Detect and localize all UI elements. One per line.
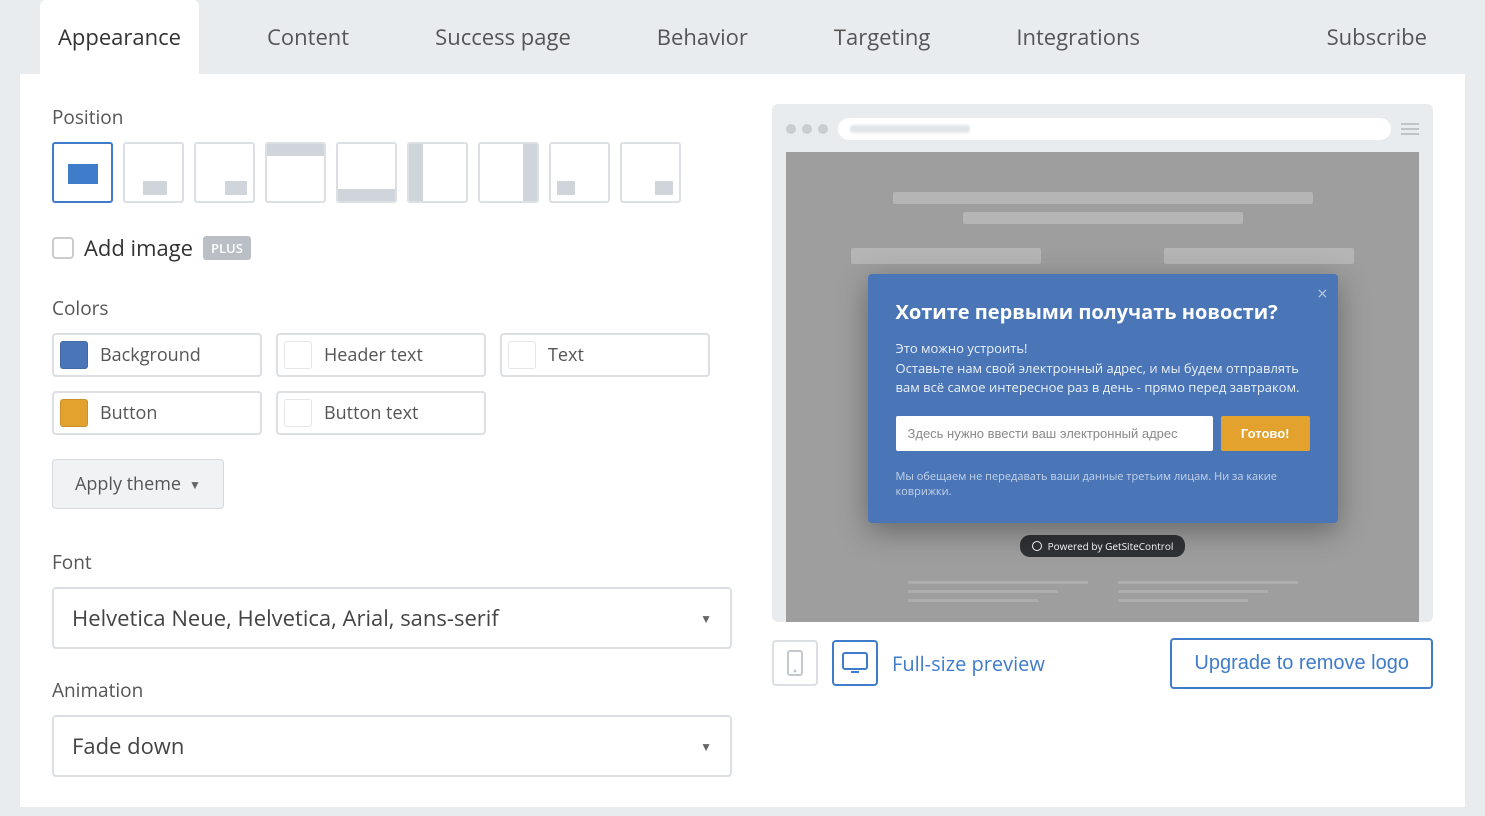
apply-theme-button[interactable]: Apply theme ▼ [52,459,224,509]
color-swatch-button-text [284,399,312,427]
color-swatch-text [508,341,536,369]
font-select[interactable]: Helvetica Neue, Helvetica, Arial, sans-s… [52,587,732,649]
hamburger-icon [1401,123,1419,135]
desktop-icon [841,651,869,675]
position-bottom-center[interactable] [123,142,184,203]
preview-popup: × Хотите первыми получать новости? Это м… [868,274,1338,523]
add-image-label: Add image [84,233,193,263]
position-options [52,142,732,203]
color-swatch-header-text [284,341,312,369]
tabs-bar: Appearance Content Success page Behavior… [20,0,1465,74]
position-right-panel[interactable] [478,142,539,203]
caret-down-icon: ▼ [700,610,712,627]
color-swatch-button [60,399,88,427]
color-label-button: Button [100,401,157,425]
tab-subscribe[interactable]: Subscribe [1309,0,1445,74]
color-header-text[interactable]: Header text [276,333,486,377]
mobile-icon [787,650,803,676]
position-bottom-right-small[interactable] [620,142,681,203]
plus-badge: PLUS [203,236,251,260]
position-bottom-bar[interactable] [336,142,397,203]
color-background[interactable]: Background [52,333,262,377]
popup-submit-button[interactable]: Готово! [1221,416,1310,451]
position-center[interactable] [52,142,113,203]
position-bottom-right[interactable] [194,142,255,203]
tab-targeting[interactable]: Targeting [816,0,948,74]
popup-close-icon[interactable]: × [1317,282,1327,306]
color-swatch-background [60,341,88,369]
position-top-bar[interactable] [265,142,326,203]
position-label: Position [52,104,732,130]
color-button-text[interactable]: Button text [276,391,486,435]
tab-success-page[interactable]: Success page [417,0,589,74]
caret-down-icon: ▼ [189,476,201,493]
animation-selected-value: Fade down [72,731,184,761]
tab-content[interactable]: Content [249,0,367,74]
popup-email-input[interactable] [896,416,1213,451]
preview-urlbar [838,118,1391,140]
popup-title: Хотите первыми получать новости? [896,298,1310,325]
position-bottom-left-small[interactable] [549,142,610,203]
device-mobile-button[interactable] [772,640,818,686]
font-selected-value: Helvetica Neue, Helvetica, Arial, sans-s… [72,603,499,633]
color-label-background: Background [100,343,201,367]
position-left-panel[interactable] [407,142,468,203]
color-label-button-text: Button text [324,401,418,425]
tab-appearance[interactable]: Appearance [40,0,199,74]
upgrade-button[interactable]: Upgrade to remove logo [1170,638,1433,689]
color-text[interactable]: Text [500,333,710,377]
logo-icon [1032,541,1042,551]
animation-select[interactable]: Fade down ▼ [52,715,732,777]
popup-footer-text: Мы обещаем не передавать ваши данные тре… [896,469,1310,499]
full-size-preview-link[interactable]: Full-size preview [892,650,1045,677]
powered-by-badge: Powered by GetSiteControl [1020,535,1186,557]
add-image-checkbox[interactable] [52,237,74,259]
popup-text: Это можно устроить! Оставьте нам свой эл… [896,339,1310,398]
caret-down-icon: ▼ [700,738,712,755]
color-button[interactable]: Button [52,391,262,435]
color-label-text: Text [548,343,584,367]
color-label-header-text: Header text [324,343,423,367]
apply-theme-label: Apply theme [75,472,181,496]
tab-behavior[interactable]: Behavior [639,0,766,74]
tab-integrations[interactable]: Integrations [998,0,1158,74]
traffic-lights-icon [786,124,828,134]
colors-label: Colors [52,295,732,321]
animation-label: Animation [52,677,732,703]
preview-browser: × Хотите первыми получать новости? Это м… [772,104,1433,622]
font-label: Font [52,549,732,575]
device-desktop-button[interactable] [832,640,878,686]
